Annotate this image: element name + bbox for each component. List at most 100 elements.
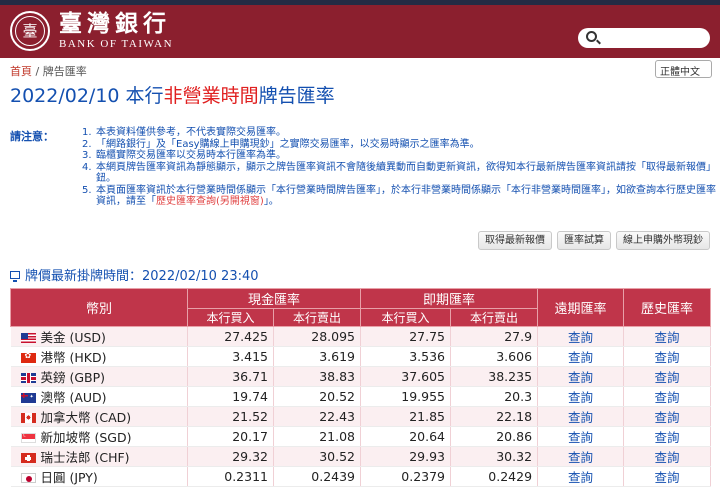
history-rate-link[interactable]: 查詢 [623, 386, 712, 407]
cash-sell-cell: 0.2439 [273, 466, 362, 487]
cash-sell-cell: 28.095 [273, 326, 362, 347]
header-spot-buy: 本行買入 [360, 308, 452, 327]
breadcrumb-home-link[interactable]: 首頁 [10, 65, 32, 78]
spot-sell-cell: 22.18 [450, 406, 539, 427]
cash-buy-cell: 36.71 [187, 366, 274, 387]
header-currency: 幣別 [10, 288, 188, 327]
header-history-rate: 歷史匯率 [623, 288, 712, 327]
currency-cell: 英鎊 (GBP) [10, 366, 188, 387]
cash-buy-cell: 27.425 [187, 326, 274, 347]
spot-sell-cell: 27.9 [450, 326, 539, 347]
spot-buy-cell: 3.536 [360, 346, 452, 367]
notice-item: 2. 「網路銀行」及「Easy購線上申購現鈔」之實際交易匯率，以交易時顯示之匯率為… [82, 138, 480, 150]
history-rate-link[interactable]: 查詢 [623, 366, 712, 387]
ca-flag-icon [20, 413, 36, 423]
cash-buy-cell: 19.74 [187, 386, 274, 407]
cash-buy-cell: 20.17 [187, 426, 274, 447]
history-rate-link[interactable]: 查詢 [623, 466, 712, 487]
latest-quote-button[interactable]: 取得最新報價 [478, 231, 552, 250]
forward-rate-link[interactable]: 查詢 [537, 426, 625, 447]
quote-time: 牌價最新掛牌時間：2022/02/10 23:40 [10, 265, 259, 284]
notice-item: 5. 本頁面匯率資訊於本行營業時間係顯示「本行營業時間牌告匯率」，於本行非營業時間… [82, 184, 716, 208]
history-rate-link[interactable]: 查詢 [623, 406, 712, 427]
notice-item: 4. 本網頁牌告匯率資訊為靜態顯示，顯示之牌告匯率資訊不會隨後續異動而自動更新資訊… [82, 161, 716, 185]
header-cash-rate: 現金匯率 [186, 288, 362, 309]
currency-cell: 瑞士法郎 (CHF) [10, 446, 188, 467]
table-row: 英鎊 (GBP) 36.71 38.83 37.605 38.235 查詢 查詢 [10, 366, 712, 387]
spot-buy-cell: 0.2379 [360, 466, 452, 487]
notice-item: 3. 臨櫃實際交易匯率以交易時本行匯率為準。 [82, 150, 286, 161]
forward-rate-link[interactable]: 查詢 [537, 326, 625, 347]
currency-cell: 新加坡幣 (SGD) [10, 426, 188, 447]
spot-buy-cell: 27.75 [360, 326, 452, 347]
site-header: 臺 臺灣銀行 BANK OF TAIWAN [0, 5, 720, 58]
history-rate-link[interactable]: 查詢 [623, 446, 712, 467]
cash-buy-cell: 0.2311 [187, 466, 274, 487]
cash-buy-cell: 21.52 [187, 406, 274, 427]
currency-cell: 美金 (USD) [10, 326, 188, 347]
search-icon[interactable] [586, 31, 597, 42]
ch-flag-icon [20, 453, 36, 463]
currency-cell: 澳幣 (AUD) [10, 386, 188, 407]
spot-buy-cell: 37.605 [360, 366, 452, 387]
header-forward-rate: 遠期匯率 [537, 288, 625, 327]
history-rate-link[interactable]: 查詢 [623, 426, 712, 447]
currency-cell: 加拿大幣 (CAD) [10, 406, 188, 427]
table-row: 日圓 (JPY) 0.2311 0.2439 0.2379 0.2429 查詢 … [10, 466, 712, 487]
cash-sell-cell: 30.52 [273, 446, 362, 467]
table-row: 新加坡幣 (SGD) 20.17 21.08 20.64 20.86 查詢 查詢 [10, 426, 712, 447]
logo-chinese-name: 臺灣銀行 [59, 10, 171, 37]
online-buy-cash-button[interactable]: 線上申購外幣現鈔 [616, 231, 710, 250]
forward-rate-link[interactable]: 查詢 [537, 446, 625, 467]
table-row: 加拿大幣 (CAD) 21.52 22.43 21.85 22.18 查詢 查詢 [10, 406, 712, 427]
spot-sell-cell: 3.606 [450, 346, 539, 367]
header-spot-sell: 本行賣出 [450, 308, 539, 327]
jp-flag-icon [20, 473, 36, 483]
spot-sell-cell: 30.32 [450, 446, 539, 467]
spot-buy-cell: 19.955 [360, 386, 452, 407]
table-row: 瑞士法郎 (CHF) 29.32 30.52 29.93 30.32 查詢 查詢 [10, 446, 712, 467]
rate-calculator-button[interactable]: 匯率試算 [557, 231, 611, 250]
language-select[interactable]: 正體中文 [655, 60, 712, 78]
spot-sell-cell: 38.235 [450, 366, 539, 387]
cash-sell-cell: 22.43 [273, 406, 362, 427]
cash-buy-cell: 3.415 [187, 346, 274, 367]
forward-rate-link[interactable]: 查詢 [537, 366, 625, 387]
au-flag-icon [20, 393, 36, 403]
notice-label: 請注意： [10, 130, 54, 143]
header-cash-sell: 本行賣出 [272, 308, 362, 327]
forward-rate-link[interactable]: 查詢 [537, 466, 625, 487]
cash-sell-cell: 21.08 [273, 426, 362, 447]
history-rate-link[interactable]: 查詢 [623, 346, 712, 367]
search-input[interactable] [578, 28, 710, 48]
table-row: 港幣 (HKD) 3.415 3.619 3.536 3.606 查詢 查詢 [10, 346, 712, 367]
cash-sell-cell: 3.619 [273, 346, 362, 367]
action-buttons: 取得最新報價 匯率試算 線上申購外幣現鈔 [478, 231, 710, 250]
table-row: 美金 (USD) 27.425 28.095 27.75 27.9 查詢 查詢 [10, 326, 712, 347]
history-rate-link[interactable]: 歷史匯率查詢(另開視窗) [156, 196, 264, 207]
hk-flag-icon [20, 353, 36, 363]
spot-buy-cell: 21.85 [360, 406, 452, 427]
table-row: 澳幣 (AUD) 19.74 20.52 19.955 20.3 查詢 查詢 [10, 386, 712, 407]
currency-cell: 港幣 (HKD) [10, 346, 188, 367]
history-rate-link[interactable]: 查詢 [623, 326, 712, 347]
spot-buy-cell: 20.64 [360, 426, 452, 447]
forward-rate-link[interactable]: 查詢 [537, 406, 625, 427]
page-title-highlight: 非營業時間 [163, 85, 259, 107]
notice-item: 1. 本表資料僅供參考，不代表實際交易匯率。 [82, 127, 286, 138]
forward-rate-link[interactable]: 查詢 [537, 346, 625, 367]
us-flag-icon [20, 333, 36, 343]
cash-sell-cell: 20.52 [273, 386, 362, 407]
bank-logo[interactable]: 臺 臺灣銀行 BANK OF TAIWAN [10, 11, 173, 51]
monitor-icon [10, 270, 20, 282]
breadcrumb-current: 牌告匯率 [42, 65, 87, 78]
spot-buy-cell: 29.93 [360, 446, 452, 467]
logo-english-name: BANK OF TAIWAN [59, 38, 174, 50]
header-spot-rate: 即期匯率 [360, 288, 539, 309]
page-title: 2022/02/10 本行非營業時間牌告匯率 [10, 85, 335, 107]
forward-rate-link[interactable]: 查詢 [537, 386, 625, 407]
spot-sell-cell: 20.86 [450, 426, 539, 447]
spot-sell-cell: 20.3 [450, 386, 539, 407]
cash-buy-cell: 29.32 [187, 446, 274, 467]
bank-seal-icon: 臺 [10, 11, 50, 51]
